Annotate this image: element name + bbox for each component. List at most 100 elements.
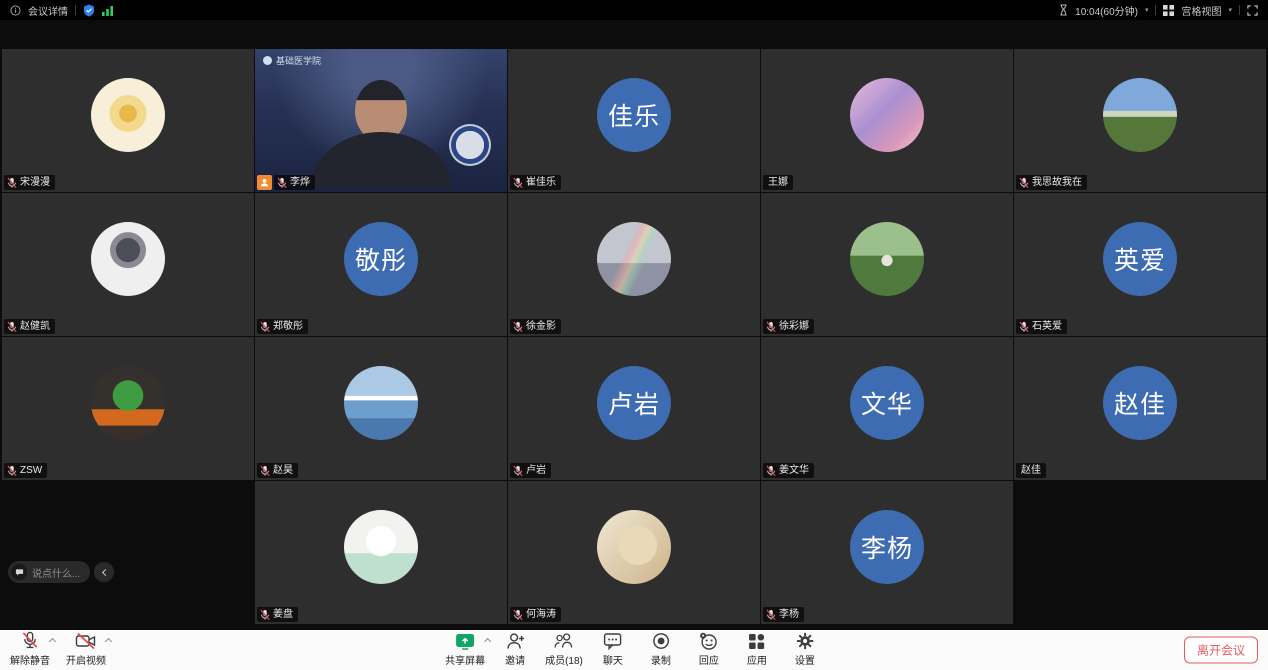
participant-tile[interactable]: 李杨李杨	[761, 481, 1013, 624]
name-pill: 赵佳	[1016, 463, 1046, 478]
participant-tile[interactable]: 赵健凯	[2, 193, 254, 336]
participant-tile[interactable]: 敬彤郑敬彤	[255, 193, 507, 336]
participant-name: 姜盘	[273, 608, 293, 621]
participant-tile[interactable]: 姜盘	[255, 481, 507, 624]
participant-name: 郑敬彤	[273, 320, 303, 333]
name-pill: 李杨	[763, 607, 804, 622]
fullscreen-icon[interactable]	[1247, 5, 1258, 16]
name-pill: 卢岩	[510, 463, 551, 478]
mic-muted-icon	[7, 465, 17, 477]
video-grid: 宋漫漫基础医学院李烨佳乐崔佳乐王娜我思故我在赵健凯敬彤郑敬彤徐金影徐彩娜英爱石英…	[2, 49, 1266, 624]
mic-muted-icon	[513, 321, 523, 333]
participant-name: 徐金影	[526, 320, 556, 333]
meeting-duration[interactable]: 10:04(60分钟)	[1075, 3, 1138, 18]
leave-meeting-button[interactable]: 离开会议	[1184, 637, 1258, 664]
empty-cell	[1014, 481, 1266, 624]
members-button[interactable]: 成员(18)	[541, 632, 587, 667]
video-feed: 基础医学院	[255, 49, 507, 192]
start-video-button[interactable]: 开启视频	[62, 632, 110, 667]
invite-person-icon	[506, 632, 525, 650]
participant-label: 卢岩	[510, 463, 551, 478]
bottom-toolbar: 解除静音 开启视频 共享屏幕 邀请	[0, 630, 1268, 670]
participant-tile[interactable]: 佳乐崔佳乐	[508, 49, 760, 192]
participant-label: ZSW	[4, 463, 47, 478]
participant-tile[interactable]: 徐彩娜	[761, 193, 1013, 336]
reactions-button[interactable]: 回应	[687, 632, 731, 667]
divider	[1239, 5, 1240, 15]
name-pill: 我思故我在	[1016, 175, 1087, 190]
reactions-label: 回应	[699, 652, 719, 667]
participant-tile[interactable]: 徐金影	[508, 193, 760, 336]
avatar-photo	[91, 366, 165, 440]
participant-tile[interactable]: ZSW	[2, 337, 254, 480]
meeting-details-button[interactable]: 会议详情	[28, 3, 68, 18]
mic-options-chevron-icon[interactable]	[49, 638, 56, 645]
invite-button[interactable]: 邀请	[493, 632, 537, 667]
name-pill: 王娜	[763, 175, 793, 190]
info-icon[interactable]	[10, 5, 21, 16]
avatar-initials: 文华	[850, 366, 924, 440]
view-mode-button[interactable]: 宫格视图	[1181, 3, 1221, 18]
avatar-initials: 敬彤	[344, 222, 418, 296]
share-screen-button[interactable]: 共享屏幕	[441, 632, 489, 667]
settings-label: 设置	[795, 652, 815, 667]
slide-logo	[449, 124, 491, 166]
security-shield-icon[interactable]	[83, 4, 95, 17]
duration-caret-icon[interactable]: ▾	[1145, 7, 1149, 14]
share-options-chevron-icon[interactable]	[484, 638, 491, 645]
participant-tile[interactable]: 宋漫漫	[2, 49, 254, 192]
name-pill: 宋漫漫	[4, 175, 55, 190]
avatar-initials: 佳乐	[597, 78, 671, 152]
members-icon	[553, 632, 574, 650]
participant-name: 卢岩	[526, 464, 546, 477]
chat-input[interactable]: 说点什么...	[8, 561, 90, 583]
participant-tile[interactable]: 文华姜文华	[761, 337, 1013, 480]
grid-view-icon[interactable]	[1163, 5, 1174, 16]
view-mode-caret-icon[interactable]: ▾	[1228, 7, 1232, 14]
participant-name: 李烨	[290, 176, 310, 189]
participant-label: 徐彩娜	[763, 319, 814, 334]
name-pill: 郑敬彤	[257, 319, 308, 334]
apps-button[interactable]: 应用	[735, 632, 779, 667]
participant-tile[interactable]: 基础医学院李烨	[255, 49, 507, 192]
participant-name: 宋漫漫	[20, 176, 50, 189]
participant-label: 赵健凯	[4, 319, 55, 334]
settings-button[interactable]: 设置	[783, 632, 827, 667]
chat-collapse-button[interactable]	[94, 562, 114, 582]
mic-muted-icon	[1019, 321, 1029, 333]
participant-label: 姜文华	[763, 463, 814, 478]
participant-tile[interactable]: 赵昊	[255, 337, 507, 480]
participant-tile[interactable]: 赵佳赵佳	[1014, 337, 1266, 480]
participant-tile[interactable]: 何海涛	[508, 481, 760, 624]
participant-label: 赵佳	[1016, 463, 1046, 478]
apps-label: 应用	[747, 652, 767, 667]
hourglass-icon	[1059, 4, 1068, 16]
record-button[interactable]: 录制	[639, 632, 683, 667]
avatar-initials: 赵佳	[1103, 366, 1177, 440]
mic-muted-icon	[766, 609, 776, 621]
participant-label: 石英爱	[1016, 319, 1067, 334]
start-video-label: 开启视频	[66, 652, 106, 667]
chat-button[interactable]: 聊天	[591, 632, 635, 667]
video-options-chevron-icon[interactable]	[105, 638, 112, 645]
mic-muted-icon	[766, 321, 776, 333]
unmute-button[interactable]: 解除静音	[6, 632, 54, 667]
divider	[75, 5, 76, 15]
mic-muted-icon	[513, 609, 523, 621]
share-screen-icon	[455, 632, 475, 650]
avatar-initials: 卢岩	[597, 366, 671, 440]
participant-tile[interactable]: 英爱石英爱	[1014, 193, 1266, 336]
mic-muted-icon	[277, 177, 287, 189]
chat-bubble-icon	[11, 564, 27, 580]
network-signal-icon[interactable]	[102, 5, 114, 16]
reaction-smiley-icon	[699, 632, 718, 650]
name-pill: 徐金影	[510, 319, 561, 334]
mic-muted-icon	[260, 609, 270, 621]
mic-muted-icon	[7, 177, 17, 189]
participant-tile[interactable]: 王娜	[761, 49, 1013, 192]
participant-tile[interactable]: 卢岩卢岩	[508, 337, 760, 480]
divider	[1155, 5, 1156, 15]
participant-name: 何海涛	[526, 608, 556, 621]
participant-label: 郑敬彤	[257, 319, 308, 334]
participant-tile[interactable]: 我思故我在	[1014, 49, 1266, 192]
